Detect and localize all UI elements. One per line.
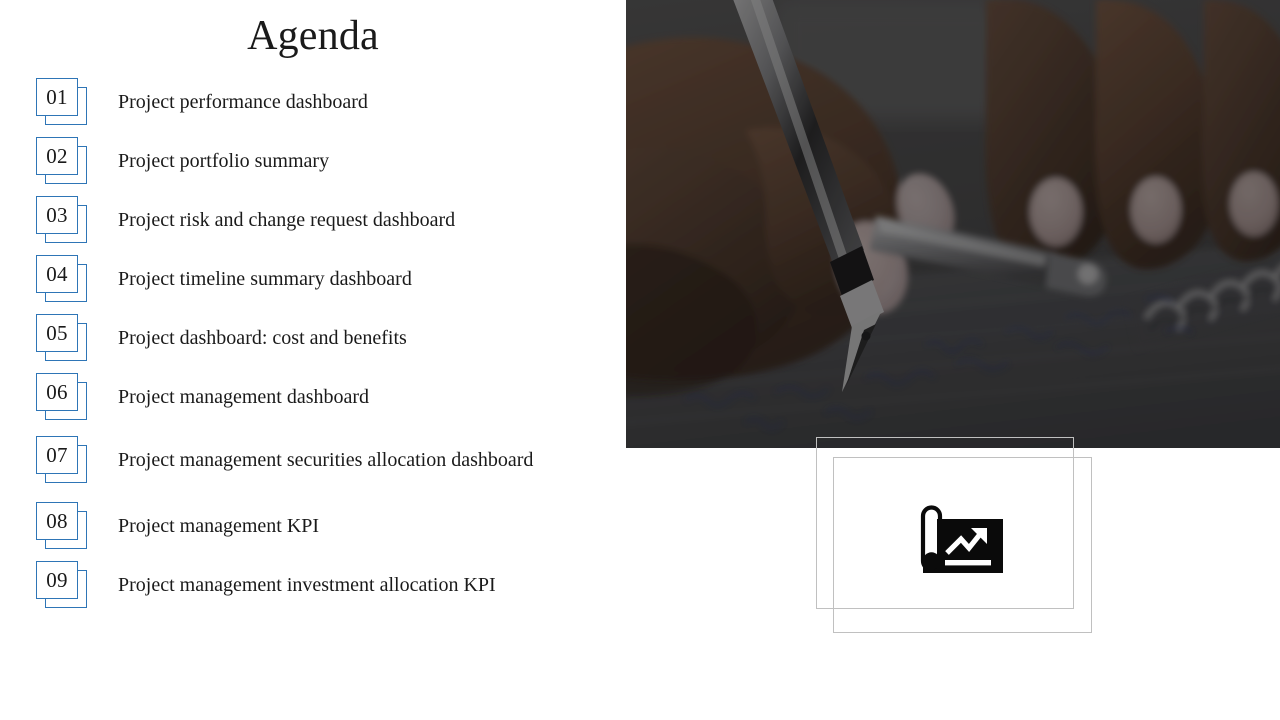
agenda-number-badge-02: 02: [36, 137, 88, 185]
agenda-list: 01 Project performance dashboard 02 Project…: [0, 76, 626, 618]
agenda-number-badge-09: 09: [36, 561, 88, 609]
badge-front-square: 05: [36, 314, 78, 352]
agenda-item-label: Project management securities allocation…: [118, 449, 534, 471]
agenda-item-label: Project dashboard: cost and benefits: [118, 327, 407, 349]
badge-front-square: 06: [36, 373, 78, 411]
agenda-slide: Agenda 01 Project performance dashboard 02…: [0, 0, 1280, 720]
photo-artwork: [626, 0, 1280, 448]
agenda-number-text: 04: [46, 261, 68, 286]
agenda-number-text: 08: [46, 508, 68, 533]
agenda-item-label: Project management KPI: [118, 515, 320, 537]
agenda-number-text: 06: [46, 379, 68, 404]
agenda-item-08[interactable]: 08 Project management KPI: [0, 500, 626, 552]
agenda-item-03[interactable]: 03 Project risk and change request dashbo…: [0, 194, 626, 246]
agenda-number-text: 07: [46, 442, 68, 467]
badge-front-square: 04: [36, 255, 78, 293]
agenda-item-label: Project management dashboard: [118, 386, 370, 408]
agenda-number-badge-06: 06: [36, 373, 88, 421]
agenda-item-02[interactable]: 02 Project portfolio summary: [0, 135, 626, 187]
hero-photo: [626, 0, 1280, 448]
badge-front-square: 08: [36, 502, 78, 540]
rolled-blueprint-chart-icon: [920, 505, 1003, 573]
agenda-number-text: 02: [46, 143, 68, 168]
left-content-pane: Agenda 01 Project performance dashboard 02…: [0, 0, 626, 720]
agenda-item-01[interactable]: 01 Project performance dashboard: [0, 76, 626, 128]
agenda-number-badge-07: 07: [36, 436, 88, 484]
agenda-item-06[interactable]: 06 Project management dashboard: [0, 371, 626, 423]
agenda-number-badge-05: 05: [36, 314, 88, 362]
agenda-number-text: 03: [46, 202, 68, 227]
agenda-item-label: Project management investment allocation…: [118, 574, 496, 596]
agenda-item-04[interactable]: 04 Project timeline summary dashboard: [0, 253, 626, 305]
badge-front-square: 01: [36, 78, 78, 116]
agenda-item-label: Project risk and change request dashboar…: [118, 209, 456, 231]
agenda-item-05[interactable]: 05 Project dashboard: cost and benefits: [0, 312, 626, 364]
badge-front-square: 03: [36, 196, 78, 234]
agenda-item-label: Project performance dashboard: [118, 91, 368, 113]
page-title: Agenda: [247, 13, 379, 59]
agenda-number-text: 09: [46, 567, 68, 592]
badge-front-square: 07: [36, 436, 78, 474]
agenda-number-text: 05: [46, 320, 68, 345]
agenda-number-text: 01: [46, 84, 68, 109]
agenda-item-07[interactable]: 07 Project management securities allocati…: [0, 430, 626, 490]
badge-front-square: 09: [36, 561, 78, 599]
agenda-item-label: Project timeline summary dashboard: [118, 268, 412, 290]
agenda-number-badge-04: 04: [36, 255, 88, 303]
agenda-item-label: Project portfolio summary: [118, 150, 330, 172]
agenda-number-badge-08: 08: [36, 502, 88, 550]
agenda-item-09[interactable]: 09 Project management investment allocati…: [0, 559, 626, 611]
badge-front-square: 02: [36, 137, 78, 175]
agenda-number-badge-01: 01: [36, 78, 88, 126]
agenda-number-badge-03: 03: [36, 196, 88, 244]
